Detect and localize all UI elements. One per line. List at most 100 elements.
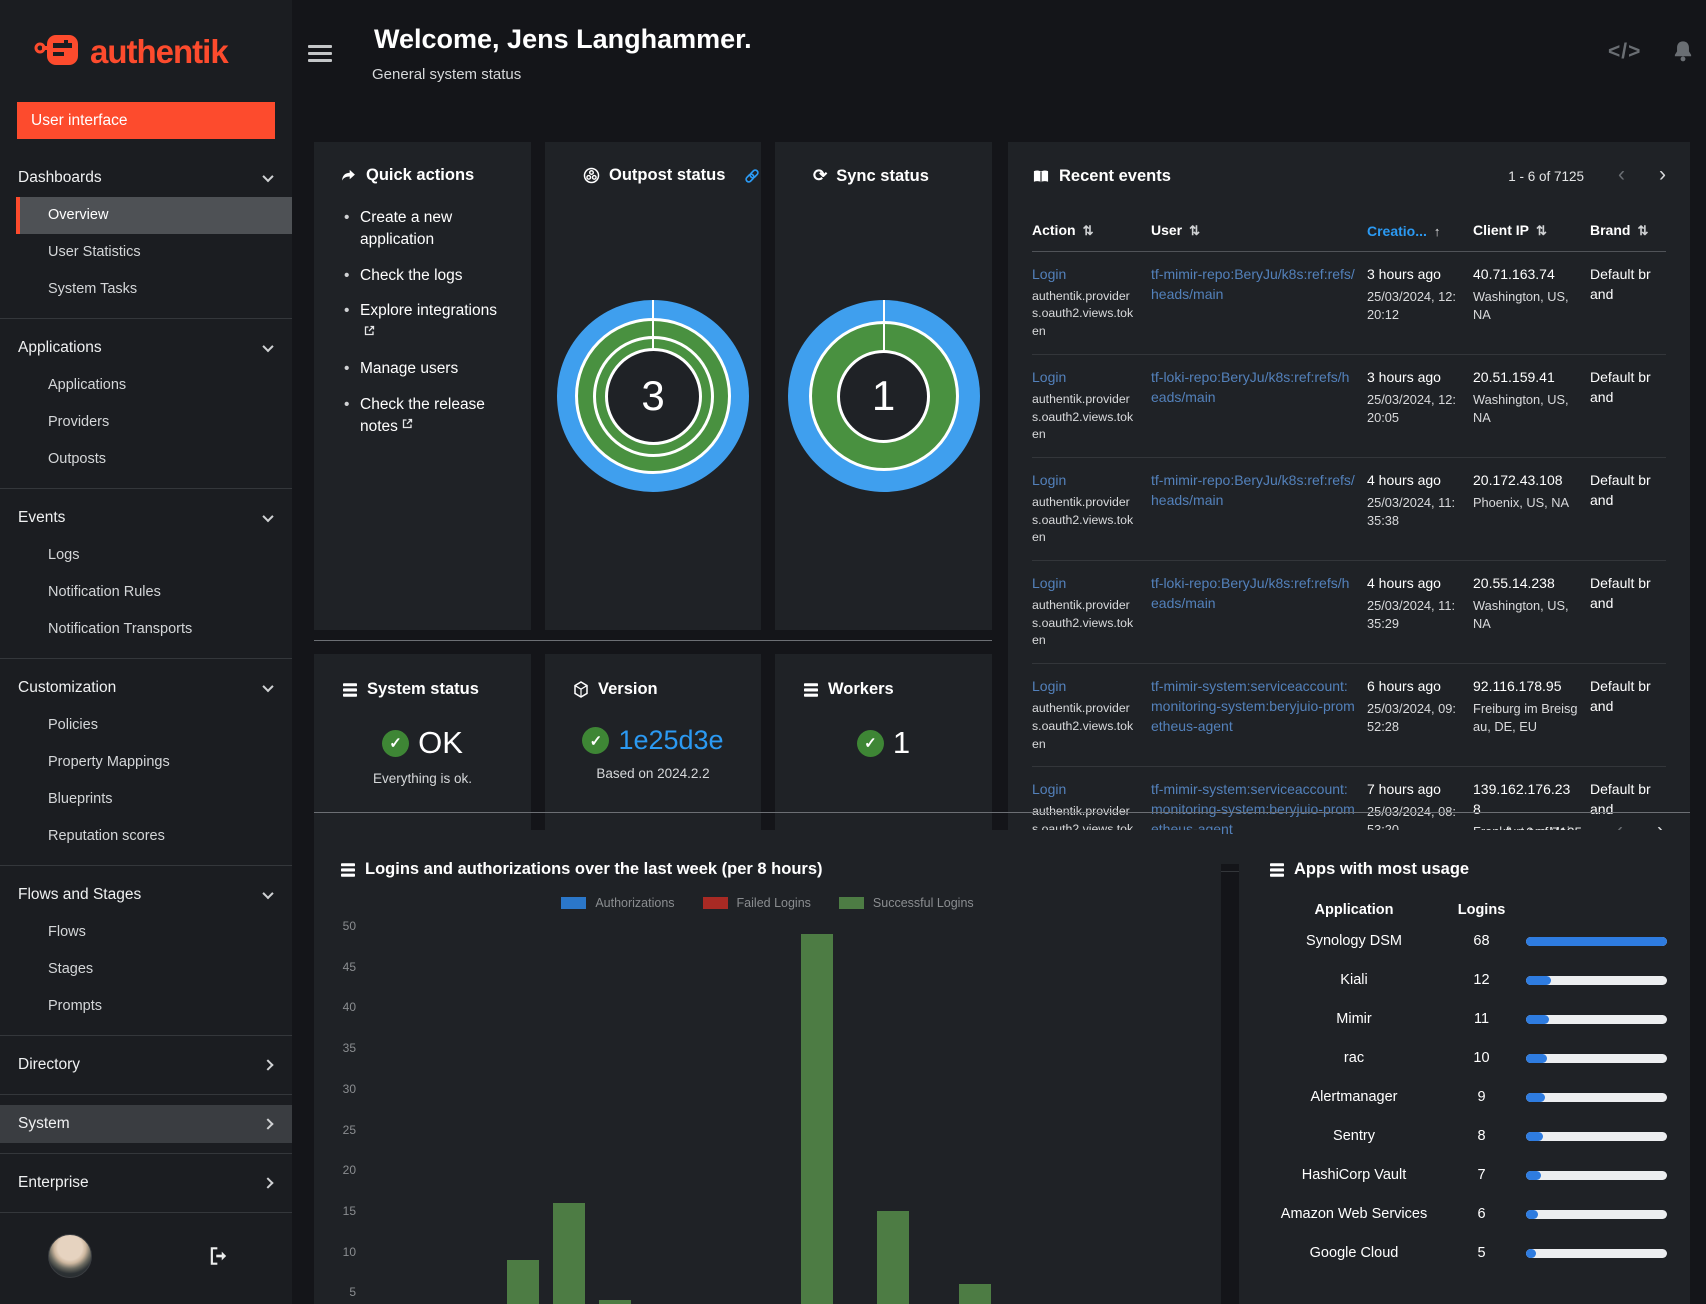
chart-bar-successful-logins xyxy=(507,1259,539,1304)
chart-bar-successful-logins xyxy=(801,934,833,1304)
sidebar-group-dashboards[interactable]: Dashboards xyxy=(0,159,292,197)
apps-col-logins: Logins xyxy=(1457,902,1506,918)
events-column-header[interactable]: Creatio... ↑ xyxy=(1367,214,1473,252)
sidebar-group-enterprise[interactable]: Enterprise xyxy=(0,1164,292,1202)
link-icon[interactable] xyxy=(744,168,760,184)
sidebar-group-applications[interactable]: Applications xyxy=(0,329,292,367)
event-action-link[interactable]: Login xyxy=(1032,472,1066,488)
pagination-prev-icon[interactable]: ‹ xyxy=(1618,164,1625,188)
pagination-label: 1 - 6 of 7125 xyxy=(1508,168,1584,184)
event-location: Freiburg im Breisgau, DE, EU xyxy=(1473,700,1578,734)
sort-asc-icon: ↑ xyxy=(1433,223,1441,239)
event-row: Login authentik.providers.oauth2.views.to… xyxy=(1032,354,1666,459)
server-icon xyxy=(1270,862,1284,877)
apps-usage-row: Mimir 11 xyxy=(1269,1000,1667,1039)
events-column-header[interactable]: Action ⇅ xyxy=(1032,214,1151,252)
events-column-header[interactable]: User ⇅ xyxy=(1151,214,1367,252)
event-user-link[interactable]: tf-mimir-system:serviceaccount:monitorin… xyxy=(1151,781,1355,836)
sidebar-group-label: Dashboards xyxy=(18,169,102,186)
chevron-right-icon xyxy=(262,1118,274,1130)
logins-chart-card: Logins and authorizations over the last … xyxy=(314,830,1221,1304)
sidebar-item-flows[interactable]: Flows xyxy=(0,914,292,951)
sidebar-item-blueprints[interactable]: Blueprints xyxy=(0,781,292,818)
quick-action-link[interactable]: Check the logs xyxy=(360,267,463,284)
sidebar-item-providers[interactable]: Providers xyxy=(0,404,292,441)
apps-usage-row: HashiCorp Vault 7 xyxy=(1269,1156,1667,1195)
event-action-link[interactable]: Login xyxy=(1032,369,1066,385)
apps-usage-row: rac 10 xyxy=(1269,1039,1667,1078)
event-action-link[interactable]: Login xyxy=(1032,266,1066,282)
event-ip: 20.55.14.238 xyxy=(1473,575,1555,592)
app-logins-count: 10 xyxy=(1473,1050,1490,1067)
event-user-link[interactable]: tf-mimir-system:serviceaccount:monitorin… xyxy=(1151,678,1355,733)
event-row: Login authentik.providers.oauth2.views.to… xyxy=(1032,457,1666,562)
api-code-icon[interactable]: </> xyxy=(1608,40,1641,64)
quick-action-link[interactable]: Manage users xyxy=(360,360,458,377)
sidebar-item-overview[interactable]: Overview xyxy=(16,197,292,234)
app-usage-progress-bar xyxy=(1526,1210,1667,1219)
sidebar-group-directory[interactable]: Directory xyxy=(0,1046,292,1084)
sidebar-item-notification-rules[interactable]: Notification Rules xyxy=(0,574,292,611)
sidebar-item-policies[interactable]: Policies xyxy=(0,707,292,744)
sidebar-item-applications[interactable]: Applications xyxy=(0,367,292,404)
event-time: 3 hours ago xyxy=(1367,369,1441,386)
sidebar-item-logs[interactable]: Logs xyxy=(0,537,292,574)
event-action-link[interactable]: Login xyxy=(1032,575,1066,591)
app-usage-progress-bar xyxy=(1526,1171,1667,1180)
event-location: Washington, US, NA xyxy=(1473,288,1569,322)
sidebar-item-notification-transports[interactable]: Notification Transports xyxy=(0,611,292,648)
avatar[interactable] xyxy=(48,1234,92,1278)
event-date: 25/03/2024, 11:35:29 xyxy=(1367,597,1455,631)
notifications-bell-icon[interactable] xyxy=(1672,40,1694,63)
app-logins-count: 12 xyxy=(1473,972,1490,989)
chart-bar-successful-logins xyxy=(553,1202,585,1304)
quick-action-link[interactable]: Explore integrations xyxy=(360,302,497,319)
user-interface-button[interactable]: User interface xyxy=(17,102,275,139)
check-circle-icon: ✓ xyxy=(856,729,884,757)
event-action-link[interactable]: Login xyxy=(1032,781,1066,797)
sidebar-item-reputation-scores[interactable]: Reputation scores xyxy=(0,818,292,855)
events-column-header[interactable]: Brand ⇅ xyxy=(1590,214,1666,252)
event-date: 25/03/2024, 12:20:05 xyxy=(1367,391,1456,425)
event-location: Washington, US, NA xyxy=(1473,391,1569,425)
sidebar-item-outposts[interactable]: Outposts xyxy=(0,441,292,478)
sidebar-group-system[interactable]: System xyxy=(0,1105,292,1143)
sidebar-group-flows-and-stages[interactable]: Flows and Stages xyxy=(0,876,292,914)
pagination-next-icon[interactable]: › xyxy=(1659,164,1666,188)
sidebar-item-prompts[interactable]: Prompts xyxy=(0,988,292,1025)
apps-usage-row: Kiali 12 xyxy=(1269,961,1667,1000)
event-user-link[interactable]: tf-mimir-repo:BeryJu/k8s:ref:refs/heads/… xyxy=(1151,472,1355,508)
sidebar-divider xyxy=(0,1035,292,1036)
server-icon xyxy=(804,682,818,697)
event-ip: 92.116.178.95 xyxy=(1473,678,1562,695)
quick-action-link[interactable]: Create a new application xyxy=(360,209,452,248)
version-value[interactable]: 1e25d3e xyxy=(618,725,723,756)
bundle-icon xyxy=(574,681,588,698)
recent-events-card: Recent events 1 - 6 of 7125 ‹ › Action ⇅ U… xyxy=(1008,142,1690,873)
sidebar-item-stages[interactable]: Stages xyxy=(0,951,292,988)
quick-action-item: Check the logs xyxy=(340,265,505,288)
quick-action-link[interactable]: Check the release notes xyxy=(360,396,485,435)
sign-out-icon[interactable] xyxy=(208,1245,230,1267)
hamburger-menu-icon[interactable] xyxy=(308,45,332,66)
events-column-header[interactable]: Client IP ⇅ xyxy=(1473,214,1590,252)
event-action-link[interactable]: Login xyxy=(1032,678,1066,694)
sidebar-item-system-tasks[interactable]: System Tasks xyxy=(0,271,292,308)
sidebar-group-customization[interactable]: Customization xyxy=(0,669,292,707)
chart-bar-successful-logins xyxy=(877,1210,909,1304)
y-axis-tick: 5 xyxy=(349,1285,356,1300)
page-subtitle: General system status xyxy=(372,66,522,83)
event-date: 25/03/2024, 09:52:28 xyxy=(1367,700,1456,734)
sidebar-item-user-statistics[interactable]: User Statistics xyxy=(0,234,292,271)
workers-title: Workers xyxy=(828,680,894,698)
sidebar-item-property-mappings[interactable]: Property Mappings xyxy=(0,744,292,781)
apps-usage-row: Alertmanager 9 xyxy=(1269,1078,1667,1117)
sidebar-group-events[interactable]: Events xyxy=(0,499,292,537)
event-user-link[interactable]: tf-loki-repo:BeryJu/k8s:ref:refs/heads/m… xyxy=(1151,369,1349,405)
chevron-down-icon xyxy=(262,887,274,900)
event-user-link[interactable]: tf-mimir-repo:BeryJu/k8s:ref:refs/heads/… xyxy=(1151,266,1355,302)
logo: authentik xyxy=(0,0,292,72)
sidebar-group-label: Flows and Stages xyxy=(18,886,142,903)
event-user-link[interactable]: tf-loki-repo:BeryJu/k8s:ref:refs/heads/m… xyxy=(1151,575,1349,611)
outpost-status-donut: 3 xyxy=(557,300,749,492)
